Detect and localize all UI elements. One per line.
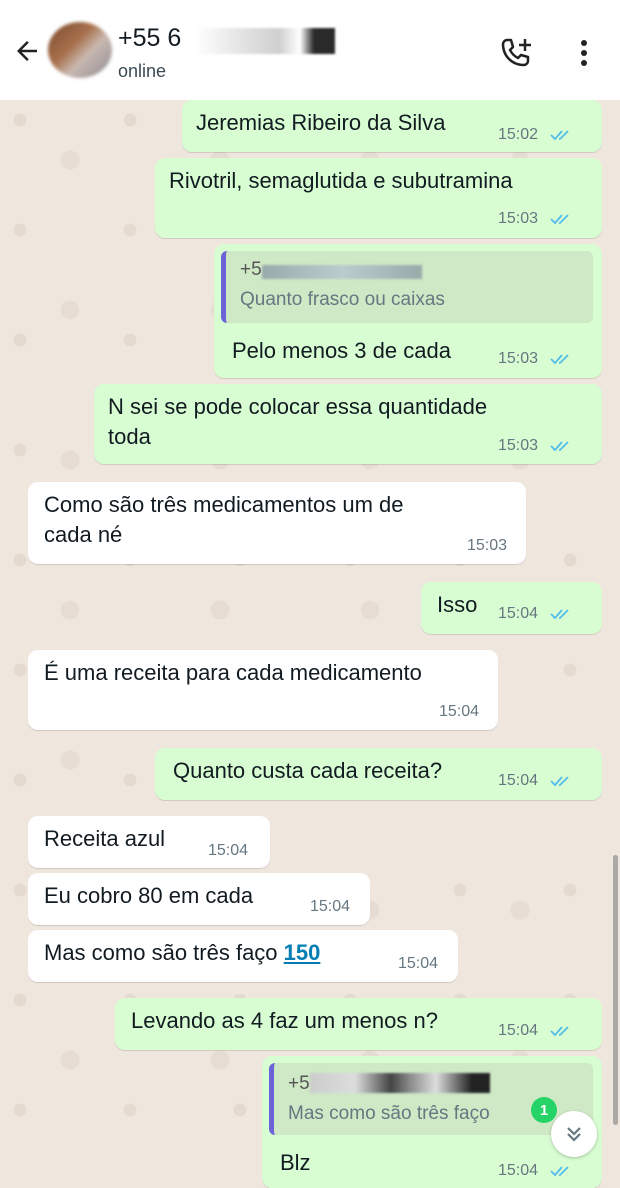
quote-sender: +5 (240, 259, 262, 280)
quote-sender: +5 (288, 1073, 310, 1094)
double-check-icon (550, 130, 569, 141)
double-check-icon (550, 1026, 569, 1037)
contact-name[interactable]: +55 6 (118, 24, 181, 53)
message-text: Quanto custa cada receita? (173, 758, 443, 783)
quote-text: Quanto frasco ou caixas (240, 289, 445, 310)
redacted-number-blur (310, 1073, 490, 1093)
chat-header: +55 6 online (0, 0, 620, 100)
message-text-line: N sei se pode colocar essa quantidade (108, 394, 488, 419)
quote-text: Mas como são três faço (288, 1103, 490, 1124)
double-check-icon (550, 609, 569, 620)
message-time: 15:03 (467, 537, 508, 554)
message-text: Levando as 4 faz um menos n? (131, 1008, 438, 1033)
message-text: Eu cobro 80 em cada (44, 883, 254, 908)
message-time: 15:04 (208, 842, 249, 859)
message-bubble[interactable]: É uma receita para cada medicamento (28, 650, 498, 730)
back-button[interactable] (10, 34, 44, 68)
double-check-icon (550, 354, 569, 365)
scroll-to-bottom-button[interactable] (551, 1111, 597, 1157)
arrow-left-icon (17, 41, 37, 61)
message-text: Receita azul (44, 826, 166, 851)
redacted-number-blur (262, 265, 422, 279)
message-time: 15:04 (498, 1022, 539, 1039)
message-time: 15:03 (498, 210, 539, 227)
message-time: 15:03 (498, 437, 539, 454)
message-bubble[interactable]: Jeremias Ribeiro da Silva (182, 100, 602, 152)
message-time: 15:03 (498, 350, 539, 367)
unread-count-badge: 1 (531, 1097, 557, 1123)
add-call-button[interactable] (498, 36, 534, 70)
message-text: Mas como são três faço (44, 940, 284, 965)
message-text: É uma receita para cada medicamento (44, 660, 422, 685)
message-text-line: cada né (44, 522, 123, 547)
scrollbar[interactable] (613, 855, 618, 1125)
message-time: 15:04 (439, 703, 480, 720)
message-text: Blz (280, 1150, 311, 1175)
message-time: 15:04 (310, 898, 351, 915)
double-chevron-down-icon (567, 1127, 581, 1142)
redacted-name-blur (195, 28, 335, 54)
message-time: 15:04 (498, 605, 539, 622)
message-text-line: Como são três medicamentos um de (44, 492, 404, 517)
message-time: 15:04 (498, 1162, 539, 1179)
message-bubble[interactable]: Como são três medicamentos um de cada né (28, 482, 526, 564)
avatar[interactable] (48, 22, 112, 78)
contact-status: online (118, 61, 167, 81)
double-check-icon (550, 214, 569, 225)
double-check-icon (550, 776, 569, 787)
message-time: 15:02 (498, 126, 539, 143)
message-text: Isso (437, 592, 478, 617)
more-vertical-icon (581, 40, 587, 66)
message-text: Jeremias Ribeiro da Silva (196, 110, 446, 135)
message-text: Rivotril, semaglutida e subutramina (169, 168, 513, 193)
message-time: 15:04 (398, 955, 439, 972)
message-text: Pelo menos 3 de cada (232, 338, 451, 363)
add-call-icon (501, 38, 531, 67)
price-link[interactable]: 150 (284, 940, 321, 965)
double-check-icon (550, 441, 569, 452)
message-time: 15:04 (498, 772, 539, 789)
message-bubble[interactable]: Mas como são três faço 150 (28, 930, 458, 982)
double-check-icon (550, 1166, 569, 1177)
more-options-button[interactable] (572, 38, 596, 68)
quoted-message[interactable]: +5 Quanto frasco ou caixas (221, 251, 593, 323)
